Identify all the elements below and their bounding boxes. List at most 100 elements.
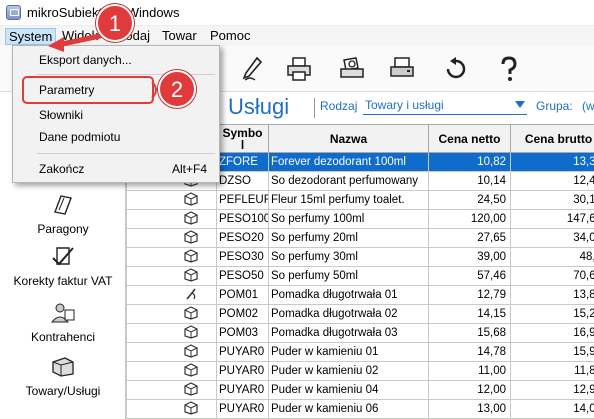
annotation-step-1: 1: [96, 4, 134, 42]
printer-settings-icon[interactable]: [387, 54, 417, 84]
cell-nazwa: Puder w kamieniu 06: [268, 399, 429, 419]
cell-nazwa: Fleur 15ml perfumy toalet.: [268, 190, 429, 210]
cell-nazwa: Puder w kamieniu 04: [268, 380, 429, 400]
print-preview-icon[interactable]: [337, 54, 367, 84]
product-icon: [126, 342, 217, 362]
cell-cena-netto: 13,00: [428, 399, 511, 419]
cell-cena-netto: 27,65: [428, 228, 511, 248]
cell-cena-netto: 12,79: [428, 285, 511, 305]
cell-symbol: PUYAR0: [216, 342, 269, 362]
menu-item-dane-podmiotu[interactable]: Dane podmiotu: [13, 126, 219, 148]
header-divider: [314, 98, 315, 118]
cell-cena-netto: 11,00: [428, 361, 511, 381]
menu-separator: [37, 153, 215, 154]
products-icon: [49, 354, 77, 380]
zakoncz-shortcut: Alt+F4: [171, 162, 207, 176]
cell-cena-brutto: 34,01: [510, 228, 594, 248]
cell-nazwa: Pomadka długotrwała 03: [268, 323, 429, 343]
cell-cena-brutto: 48,0: [510, 247, 594, 267]
zakoncz-label: Zakończ: [39, 162, 85, 176]
undo-icon[interactable]: [441, 54, 471, 84]
annotation-step-2: 2: [158, 70, 196, 108]
product-icon: [126, 247, 217, 267]
nav-korekty[interactable]: Korekty faktur VAT: [0, 244, 126, 288]
product-icon: [126, 323, 217, 343]
table-row[interactable]: PEFLEUR Fleur 15ml perfumy toalet. 24,50 30…: [126, 190, 594, 210]
cell-symbol: PUYAR0: [216, 380, 269, 400]
cell-cena-netto: 14,15: [428, 304, 511, 324]
cell-symbol: PESO50: [216, 266, 269, 286]
table-row[interactable]: PESO100So perfumy 100ml120,00147,60: [126, 209, 594, 229]
table-row[interactable]: POM03Pomadka długotrwała 0315,6816,93: [126, 323, 594, 343]
receipt-icon: [49, 192, 77, 218]
cell-nazwa: Puder w kamieniu 02: [268, 361, 429, 381]
table-row[interactable]: PUYAR0Puder w kamieniu 0412,0012,96: [126, 380, 594, 400]
cell-symbol: PESO100: [216, 209, 269, 229]
grupa-label: Grupa:: [536, 99, 573, 113]
table-row[interactable]: PUYAR0Puder w kamieniu 0114,7815,96: [126, 342, 594, 362]
cell-cena-netto: 10,14: [428, 171, 511, 191]
product-icon: [126, 380, 217, 400]
help-icon[interactable]: [494, 54, 524, 84]
cell-cena-brutto: 70,68: [510, 266, 594, 286]
cell-cena-netto: 57,46: [428, 266, 511, 286]
cell-nazwa: So dezodorant perfumowany: [268, 171, 429, 191]
printer-icon[interactable]: [284, 54, 314, 84]
chevron-down-icon[interactable]: [515, 101, 525, 108]
cell-symbol: POM01: [216, 285, 269, 305]
cell-cena-brutto: 12,47: [510, 171, 594, 191]
cell-cena-brutto: 13,81: [510, 285, 594, 305]
menu-towar[interactable]: Towar: [159, 28, 200, 45]
table-row[interactable]: POM01Pomadka długotrwała 0112,7913,81: [126, 285, 594, 305]
system-menu-dropdown: Eksport danych... Parametry Słowniki Dan…: [12, 45, 220, 183]
table-row[interactable]: PESO20So perfumy 20ml27,6534,01: [126, 228, 594, 248]
cell-cena-netto: 15,68: [428, 323, 511, 343]
table-row[interactable]: PESO50So perfumy 50ml57,4670,68: [126, 266, 594, 286]
cell-nazwa: Puder w kamieniu 01: [268, 342, 429, 362]
cell-cena-netto: 12,00: [428, 380, 511, 400]
cell-cena-brutto: 13,31: [510, 152, 594, 172]
column-header-cena-brutto[interactable]: Cena brutto: [510, 124, 594, 153]
cell-cena-brutto: 16,93: [510, 323, 594, 343]
nav-towary-uslugi[interactable]: Towary/Usługi: [0, 354, 126, 398]
column-header-nazwa[interactable]: Nazwa: [268, 124, 429, 153]
menu-item-zakoncz[interactable]: Zakończ Alt+F4: [13, 158, 219, 180]
nav-kontrahenci[interactable]: Kontrahenci: [0, 300, 126, 344]
cell-cena-netto: 39,00: [428, 247, 511, 267]
cell-symbol: DZSO: [216, 171, 269, 191]
cell-nazwa: So perfumy 50ml: [268, 266, 429, 286]
product-icon: [126, 228, 217, 248]
product-icon: [126, 399, 217, 419]
cell-cena-netto: 24,50: [428, 190, 511, 210]
cell-symbol: PEFLEUR: [216, 190, 269, 210]
pen-icon[interactable]: [237, 54, 267, 84]
grupa-select[interactable]: (wsz: [582, 99, 594, 113]
service-icon: [126, 285, 217, 305]
table-row[interactable]: POM02Pomadka długotrwała 0214,1515,28: [126, 304, 594, 324]
rodzaj-label: Rodzaj: [320, 99, 358, 113]
cell-symbol: POM03: [216, 323, 269, 343]
table-row[interactable]: PUYAR0Puder w kamieniu 0613,0014,04: [126, 399, 594, 419]
table-row[interactable]: PUYAR0Puder w kamieniu 0211,0011,88: [126, 361, 594, 381]
cell-cena-netto: 14,78: [428, 342, 511, 362]
menu-item-slowniki[interactable]: Słowniki: [13, 104, 219, 126]
rodzaj-select-value: Towary i usługi: [365, 98, 444, 112]
nav-paragony[interactable]: Paragony: [0, 192, 126, 236]
cell-symbol: PUYAR0: [216, 361, 269, 381]
column-header-cena-netto[interactable]: Cena netto: [428, 124, 511, 153]
menu-pomoc[interactable]: Pomoc: [207, 28, 253, 45]
nav-paragony-label: Paragony: [37, 222, 89, 236]
cell-symbol: PESO30: [216, 247, 269, 267]
cell-cena-netto: 10,82: [428, 152, 511, 172]
column-header-symbol[interactable]: Symbo l: [216, 124, 269, 153]
table-row[interactable]: PESO30So perfumy 30ml39,0048,0: [126, 247, 594, 267]
cell-nazwa: So perfumy 20ml: [268, 228, 429, 248]
cell-cena-brutto: 12,96: [510, 380, 594, 400]
nav-towary-label: Towary/Usługi: [25, 384, 101, 398]
product-icon: [126, 361, 217, 381]
rodzaj-select[interactable]: Towary i usługi: [363, 97, 527, 115]
nav-korekty-label: Korekty faktur VAT: [13, 274, 113, 288]
parametry-highlight: [22, 76, 154, 104]
correction-icon: [49, 244, 77, 270]
cell-cena-brutto: 14,04: [510, 399, 594, 419]
